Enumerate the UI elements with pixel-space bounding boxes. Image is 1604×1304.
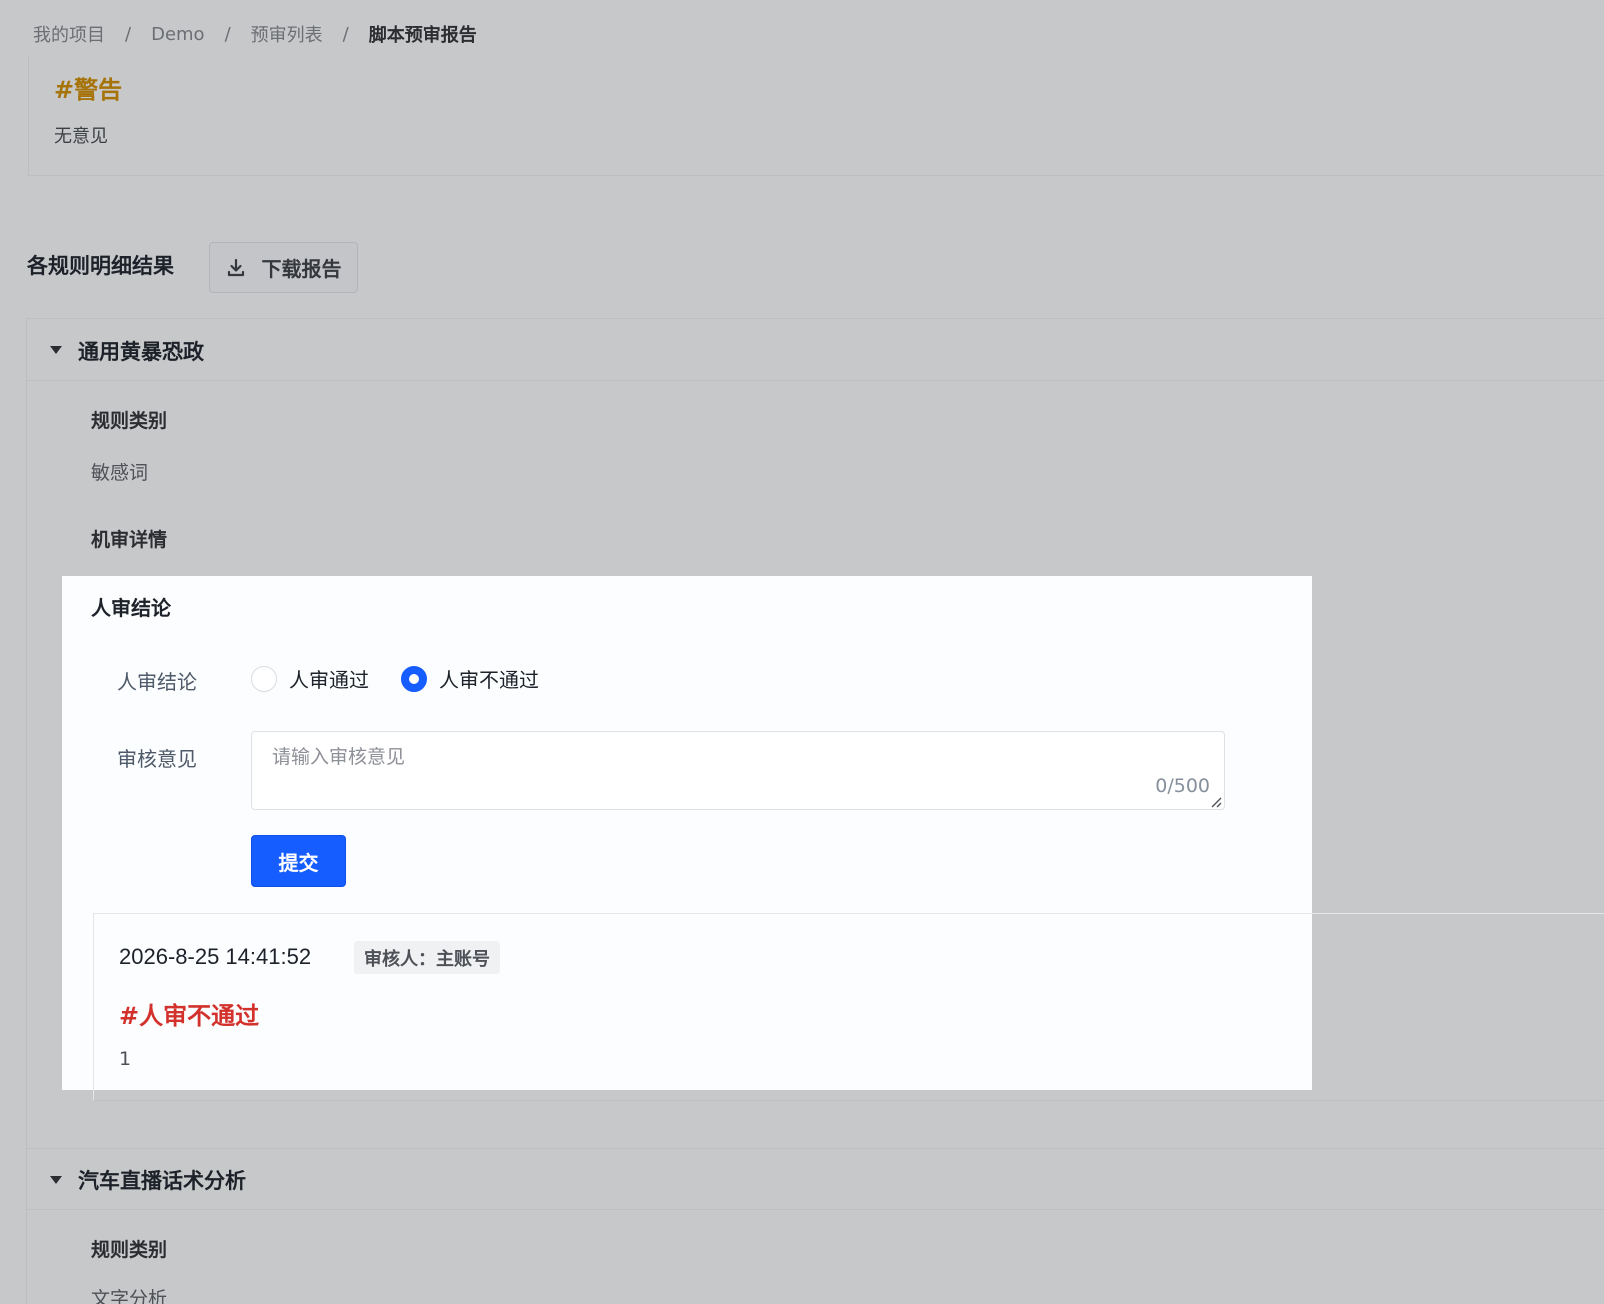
- record-note: 1: [119, 1048, 132, 1070]
- breadcrumb-separator: /: [224, 23, 231, 45]
- breadcrumb-demo[interactable]: Demo: [151, 24, 204, 45]
- warning-body: 无意见: [54, 126, 108, 147]
- opinion-char-counter: 0/500: [1155, 775, 1210, 797]
- panel-header-car-live[interactable]: [26, 1148, 1604, 1210]
- breadcrumb-my-projects[interactable]: 我的项目: [33, 21, 105, 47]
- warning-title: #警告: [54, 76, 123, 104]
- breadcrumb-current: 脚本预审报告: [368, 25, 477, 46]
- download-report-label: 下载报告: [261, 257, 342, 281]
- radio-pass-circle[interactable]: [251, 665, 277, 692]
- review-record-card: [93, 913, 1604, 1101]
- caret-down-icon[interactable]: [50, 1176, 62, 1184]
- rule-type-value: 文字分析: [91, 1288, 168, 1304]
- breadcrumb: 我的项目 / Demo / 预审列表 / 脚本预审报告: [33, 20, 477, 48]
- human-review-title: 人审结论: [91, 596, 171, 620]
- breadcrumb-separator: /: [342, 23, 349, 45]
- radio-reject-label[interactable]: 人审不通过: [439, 664, 539, 693]
- submit-button[interactable]: 提交: [251, 835, 346, 887]
- record-verdict: #人审不通过: [119, 1002, 260, 1030]
- radio-reject-circle[interactable]: [401, 665, 427, 692]
- opinion-label: 审核意见: [117, 747, 197, 771]
- rule-type-label: 规则类别: [91, 410, 168, 432]
- radio-reject[interactable]: 人审不通过: [401, 664, 539, 693]
- resize-handle-icon[interactable]: [1208, 793, 1222, 808]
- rule-type-value: 敏感词: [91, 462, 149, 484]
- opinion-textarea-wrapper: 0/500: [251, 731, 1225, 810]
- conclusion-radio-group: 人审通过 人审不通过: [251, 664, 571, 693]
- opinion-textarea[interactable]: [252, 732, 1224, 809]
- record-timestamp: 2026-8-25 14:41:52: [119, 944, 312, 969]
- caret-down-icon[interactable]: [50, 346, 62, 354]
- panel-title-general[interactable]: 通用黄暴恐政: [78, 336, 204, 366]
- machine-detail-label: 机审详情: [91, 529, 168, 551]
- radio-pass-label[interactable]: 人审通过: [289, 664, 369, 693]
- rule-type-label: 规则类别: [91, 1239, 168, 1261]
- download-icon: [226, 258, 246, 278]
- conclusion-label: 人审结论: [117, 670, 197, 694]
- panel-header-general[interactable]: [26, 319, 1604, 381]
- panel-title-car-live[interactable]: 汽车直播话术分析: [78, 1165, 246, 1195]
- warning-card: [28, 56, 1604, 176]
- reviewer-badge: 审核人：主账号: [354, 941, 500, 974]
- breadcrumb-separator: /: [125, 23, 132, 45]
- radio-pass[interactable]: 人审通过: [251, 664, 369, 693]
- breadcrumb-review-list[interactable]: 预审列表: [251, 21, 323, 47]
- rules-section-title: 各规则明细结果: [27, 254, 174, 278]
- download-report-button[interactable]: 下载报告: [209, 242, 358, 293]
